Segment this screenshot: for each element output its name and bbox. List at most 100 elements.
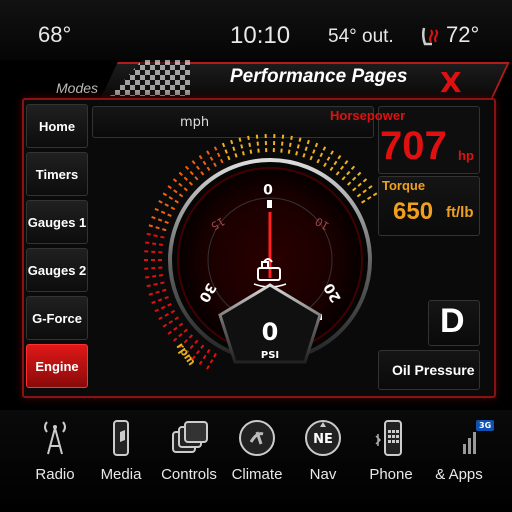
- rpm-tick: [164, 313, 169, 317]
- rpm-tick: [160, 210, 166, 215]
- rpm-tick: [202, 160, 207, 166]
- rpm-tick: [213, 146, 218, 151]
- apps-icon: [463, 432, 476, 454]
- driver-temp[interactable]: 68°: [38, 22, 71, 48]
- rpm-tick: [148, 292, 154, 296]
- nav-nav-label: Nav: [309, 466, 337, 483]
- close-button[interactable]: X: [440, 66, 462, 99]
- rpm-tick: [170, 309, 176, 314]
- rpm-tick: [160, 281, 165, 285]
- oil-pressure-gauge: 0 10 20 30 15 0 PSI rpm: [144, 134, 378, 370]
- rpm-tick: [178, 182, 183, 187]
- nav-radio-label: Radio: [35, 466, 75, 483]
- svg-text:NE: NE: [313, 432, 333, 447]
- rpm-tick: [162, 192, 168, 197]
- rpm-tick: [298, 137, 302, 142]
- rpm-tick: [240, 144, 244, 149]
- rpm-tick: [167, 330, 172, 335]
- rpm-tick: [194, 339, 199, 344]
- passenger-temp[interactable]: 72°: [446, 22, 479, 48]
- rpm-tick: [209, 156, 214, 161]
- rpm-tick: [361, 199, 366, 204]
- compass-icon: NE: [305, 420, 341, 456]
- sidebar-item-gauges-1[interactable]: Gauges 1: [26, 200, 88, 244]
- sidebar-item-home[interactable]: Home: [26, 104, 88, 148]
- rpm-tick: [238, 137, 242, 142]
- sidebar-item-engine[interactable]: Engine: [26, 344, 88, 388]
- rpm-tick: [173, 189, 178, 194]
- nav-radio[interactable]: Radio: [20, 418, 90, 498]
- rpm-tick: [154, 207, 159, 212]
- rpm-tick: [352, 187, 357, 192]
- nav-climate-label: Climate: [231, 466, 283, 483]
- rpm-tick: [152, 242, 157, 245]
- rpm-tick: [189, 170, 194, 176]
- rpm-tick: [330, 150, 334, 155]
- rpm-tick: [178, 171, 183, 176]
- phone-icon: [375, 420, 402, 456]
- rpm-tick: [194, 176, 199, 181]
- rpm-tick: [158, 243, 164, 246]
- rpm-tick: [357, 182, 362, 187]
- rpm-tick: [153, 234, 158, 238]
- rpm-tick: [337, 154, 342, 160]
- nav-climate[interactable]: Climate: [222, 418, 292, 498]
- rpm-tick: [195, 350, 200, 355]
- torque-unit: ft/lb: [446, 204, 474, 221]
- rpm-tick: [160, 305, 166, 310]
- rpm-tick: [290, 135, 293, 141]
- rpm-tick: [206, 166, 211, 172]
- rpm-tick: [183, 176, 188, 181]
- rpm-tick: [362, 178, 368, 183]
- rpm-tick: [183, 187, 188, 192]
- nav-controls[interactable]: Controls: [154, 418, 224, 498]
- nav-apps-label: & Apps: [435, 466, 483, 483]
- rpm-tick: [329, 166, 334, 172]
- rpm-tick: [213, 353, 217, 358]
- rpm-tick: [216, 152, 221, 158]
- rpm-tick: [174, 316, 179, 321]
- sidebar-item-gauges-2[interactable]: Gauges 2: [26, 248, 88, 292]
- rpm-tick: [368, 185, 373, 190]
- rpm-tick: [178, 193, 184, 198]
- heated-seat-icon[interactable]: [418, 24, 444, 50]
- rpm-tick: [366, 196, 372, 200]
- sidebar-item-timers[interactable]: Timers: [26, 152, 88, 196]
- sidebar-item-g-force[interactable]: G-Force: [26, 296, 88, 340]
- rpm-tick: [151, 300, 156, 305]
- rpm-tick: [224, 149, 228, 154]
- rpm-tick: [326, 156, 331, 161]
- rpm-tick: [346, 181, 352, 186]
- radio-tower-icon: [44, 421, 66, 455]
- rpm-tick: [172, 178, 178, 183]
- network-badge: 3G: [476, 420, 495, 431]
- rpm-tick: [154, 308, 159, 313]
- rpm-tick: [213, 162, 217, 167]
- rpm-tick: [172, 337, 178, 342]
- rpm-tick: [155, 226, 160, 230]
- rpm-tick: [200, 344, 205, 349]
- rpm-tick: [346, 170, 351, 176]
- rpm-tick: [198, 154, 203, 160]
- nav-phone[interactable]: Phone: [356, 418, 426, 498]
- rpm-tick: [195, 165, 200, 170]
- horsepower-value: 707: [380, 124, 447, 168]
- nav-nav[interactable]: NE Nav: [288, 418, 358, 498]
- nav-media[interactable]: Media: [86, 418, 156, 498]
- rpm-tick: [157, 298, 163, 302]
- rpm-tick: [188, 181, 194, 186]
- rpm-label: rpm: [174, 340, 199, 368]
- rpm-tick: [288, 142, 292, 147]
- gear-indicator: D: [440, 302, 465, 340]
- rpm-tick: [158, 316, 163, 321]
- rpm-tick: [173, 326, 178, 331]
- outside-temp: 54° out.: [328, 26, 394, 47]
- rpm-tick: [168, 196, 174, 200]
- rpm-tick: [153, 282, 158, 286]
- rpm-tick: [249, 149, 253, 154]
- rpm-tick: [170, 206, 176, 211]
- torque-value: 650: [393, 198, 434, 225]
- rpm-tick: [162, 323, 168, 328]
- rpm-tick: [167, 185, 172, 190]
- rpm-tick: [221, 142, 226, 148]
